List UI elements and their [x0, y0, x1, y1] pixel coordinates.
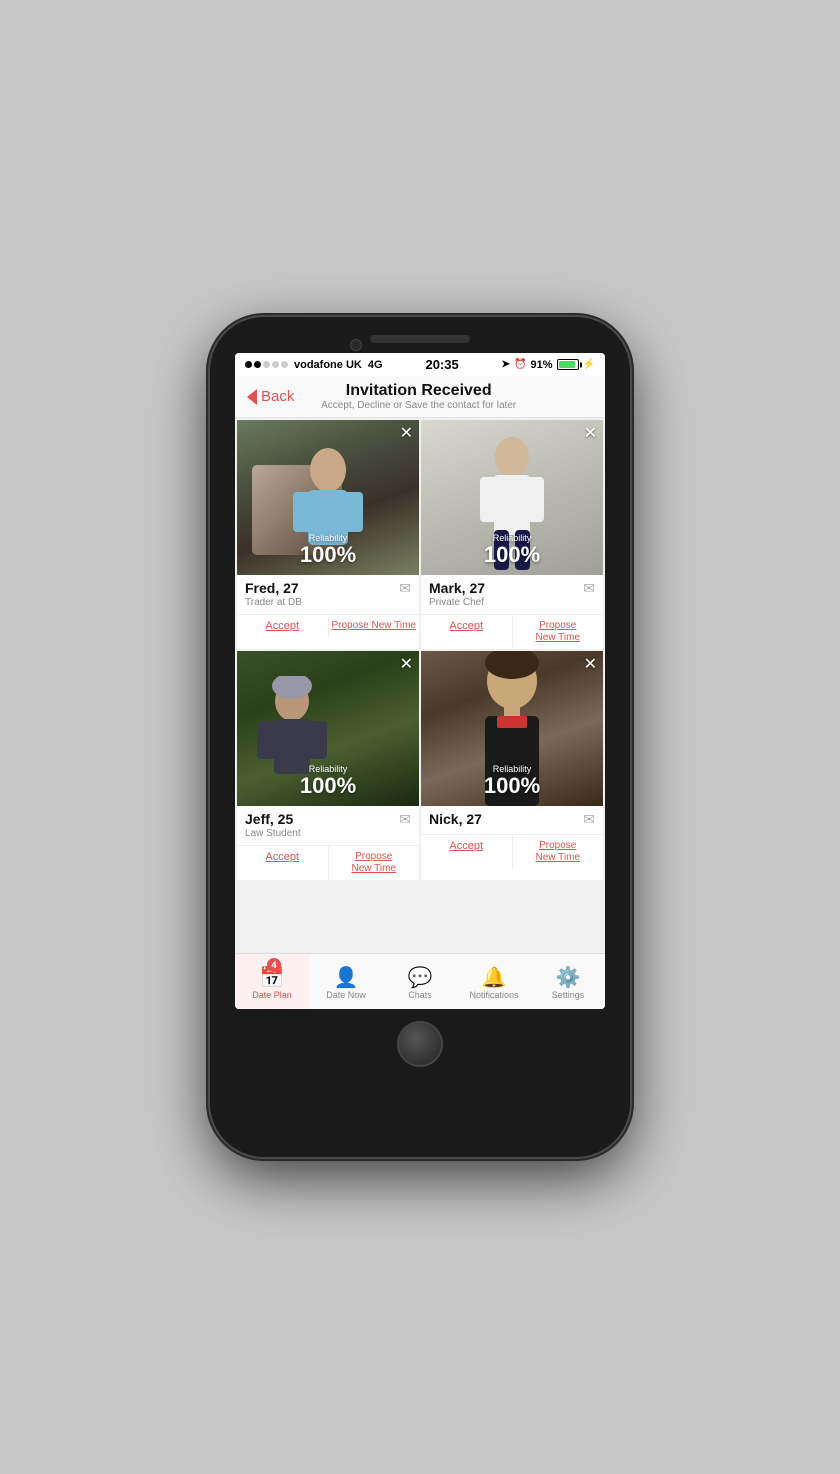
card-mark-reliability: Reliability 100%	[421, 533, 603, 567]
tab-settings-label: Settings	[552, 990, 585, 1000]
bell-icon: 🔔	[482, 968, 507, 988]
tab-date-now-label: Date Now	[326, 990, 366, 1000]
signal-dot-4	[272, 361, 279, 368]
status-bar: vodafone UK 4G 20:35 ➤ ⏰ 91% ⚡	[235, 353, 605, 376]
signal-dots	[245, 361, 288, 368]
back-arrow-icon	[247, 389, 257, 405]
nav-bar: Back Invitation Received Accept, Decline…	[235, 376, 605, 418]
battery-pct: 91%	[531, 359, 553, 371]
tab-notifications-label: Notifications	[469, 990, 518, 1000]
reliability-pct-4: 100%	[421, 774, 603, 798]
card-jeff-actions: Accept ProposeNew Time	[237, 845, 419, 880]
reliability-pct-3: 100%	[237, 774, 419, 798]
content-area: ✕ Reliability 100% Fred, 27 Trader at DB	[235, 418, 605, 953]
card-mark-accept[interactable]: Accept	[421, 615, 513, 649]
card-fred-image: ✕ Reliability 100%	[237, 420, 419, 575]
card-jeff-propose[interactable]: ProposeNew Time	[329, 846, 420, 880]
card-nick-message-icon[interactable]: ✉	[583, 811, 595, 828]
home-button[interactable]	[397, 1021, 443, 1067]
carrier-label: vodafone UK	[294, 359, 362, 371]
network-label: 4G	[368, 359, 383, 371]
signal-dot-2	[254, 361, 261, 368]
back-button[interactable]: Back	[247, 388, 294, 405]
tab-date-plan[interactable]: 4 📅 Date Plan	[235, 954, 309, 1009]
phone-frame: vodafone UK 4G 20:35 ➤ ⏰ 91% ⚡ Back Invi…	[210, 317, 630, 1157]
card-jeff-job: Law Student	[245, 828, 301, 839]
card-fred-reliability: Reliability 100%	[237, 533, 419, 567]
speaker	[370, 335, 470, 343]
status-left: vodafone UK 4G	[245, 359, 383, 371]
card-fred-message-icon[interactable]: ✉	[399, 580, 411, 597]
card-mark-info: Mark, 27 Private Chef ✉	[421, 575, 603, 614]
card-jeff-info: Jeff, 25 Law Student ✉	[237, 806, 419, 845]
card-nick-close[interactable]: ✕	[584, 657, 597, 673]
time-label: 20:35	[425, 357, 458, 372]
location-icon: ➤	[502, 359, 510, 370]
person-icon: 👤	[334, 968, 359, 988]
tab-date-plan-badge: 4	[267, 958, 281, 972]
chat-icon: 💬	[408, 968, 433, 988]
card-mark-name: Mark, 27	[429, 580, 485, 596]
status-right: ➤ ⏰ 91% ⚡	[502, 359, 595, 371]
battery-icon	[557, 359, 579, 370]
cards-grid: ✕ Reliability 100% Fred, 27 Trader at DB	[235, 418, 605, 882]
card-mark-image: ✕ Reliability 100%	[421, 420, 603, 575]
card-fred: ✕ Reliability 100% Fred, 27 Trader at DB	[237, 420, 419, 649]
card-mark: ✕ Reliability 100% Mark, 27 Private Chef	[421, 420, 603, 649]
battery-fill	[559, 361, 575, 368]
card-jeff-accept[interactable]: Accept	[237, 846, 329, 880]
phone-screen: vodafone UK 4G 20:35 ➤ ⏰ 91% ⚡ Back Invi…	[235, 353, 605, 1009]
card-jeff-name: Jeff, 25	[245, 811, 301, 827]
card-nick: ✕ Reliability 100% Nick, 27 ✉	[421, 651, 603, 880]
nav-title-area: Invitation Received Accept, Decline or S…	[294, 382, 543, 411]
back-label: Back	[261, 388, 294, 405]
card-nick-image: ✕ Reliability 100%	[421, 651, 603, 806]
signal-dot-5	[281, 361, 288, 368]
card-jeff-close[interactable]: ✕	[400, 657, 413, 673]
card-mark-propose[interactable]: ProposeNew Time	[513, 615, 604, 649]
tab-chats-label: Chats	[408, 990, 432, 1000]
card-mark-actions: Accept ProposeNew Time	[421, 614, 603, 649]
signal-dot-3	[263, 361, 270, 368]
page-subtitle: Accept, Decline or Save the contact for …	[294, 400, 543, 411]
tab-settings[interactable]: ⚙️ Settings	[531, 954, 605, 1009]
tab-notifications[interactable]: 🔔 Notifications	[457, 954, 531, 1009]
reliability-pct-1: 100%	[237, 543, 419, 567]
card-nick-info: Nick, 27 ✉	[421, 806, 603, 834]
signal-dot-1	[245, 361, 252, 368]
card-jeff-reliability: Reliability 100%	[237, 764, 419, 798]
gear-icon: ⚙️	[556, 968, 581, 988]
card-fred-close[interactable]: ✕	[400, 426, 413, 442]
card-jeff: ✕ Reliability 100% Jeff, 25 Law Student	[237, 651, 419, 880]
card-jeff-image: ✕ Reliability 100%	[237, 651, 419, 806]
card-fred-job: Trader at DB	[245, 597, 302, 608]
card-nick-propose[interactable]: ProposeNew Time	[513, 835, 604, 869]
alarm-icon: ⏰	[514, 359, 526, 370]
card-fred-name: Fred, 27	[245, 580, 302, 596]
card-mark-close[interactable]: ✕	[584, 426, 597, 442]
card-jeff-message-icon[interactable]: ✉	[399, 811, 411, 828]
tab-date-plan-label: Date Plan	[252, 990, 292, 1000]
charging-icon: ⚡	[583, 359, 595, 370]
card-mark-message-icon[interactable]: ✉	[583, 580, 595, 597]
page-title: Invitation Received	[294, 382, 543, 400]
card-nick-accept[interactable]: Accept	[421, 835, 513, 869]
reliability-pct-2: 100%	[421, 543, 603, 567]
camera	[350, 339, 362, 351]
card-nick-name: Nick, 27	[429, 811, 482, 827]
card-fred-actions: Accept Propose New Time	[237, 614, 419, 637]
card-fred-accept[interactable]: Accept	[237, 615, 329, 637]
tab-date-now[interactable]: 👤 Date Now	[309, 954, 383, 1009]
tab-chats[interactable]: 💬 Chats	[383, 954, 457, 1009]
card-fred-propose[interactable]: Propose New Time	[329, 615, 420, 637]
card-fred-info: Fred, 27 Trader at DB ✉	[237, 575, 419, 614]
card-mark-job: Private Chef	[429, 597, 485, 608]
card-nick-reliability: Reliability 100%	[421, 764, 603, 798]
card-nick-actions: Accept ProposeNew Time	[421, 834, 603, 869]
tab-bar: 4 📅 Date Plan 👤 Date Now 💬 Chats 🔔 Notif…	[235, 953, 605, 1009]
